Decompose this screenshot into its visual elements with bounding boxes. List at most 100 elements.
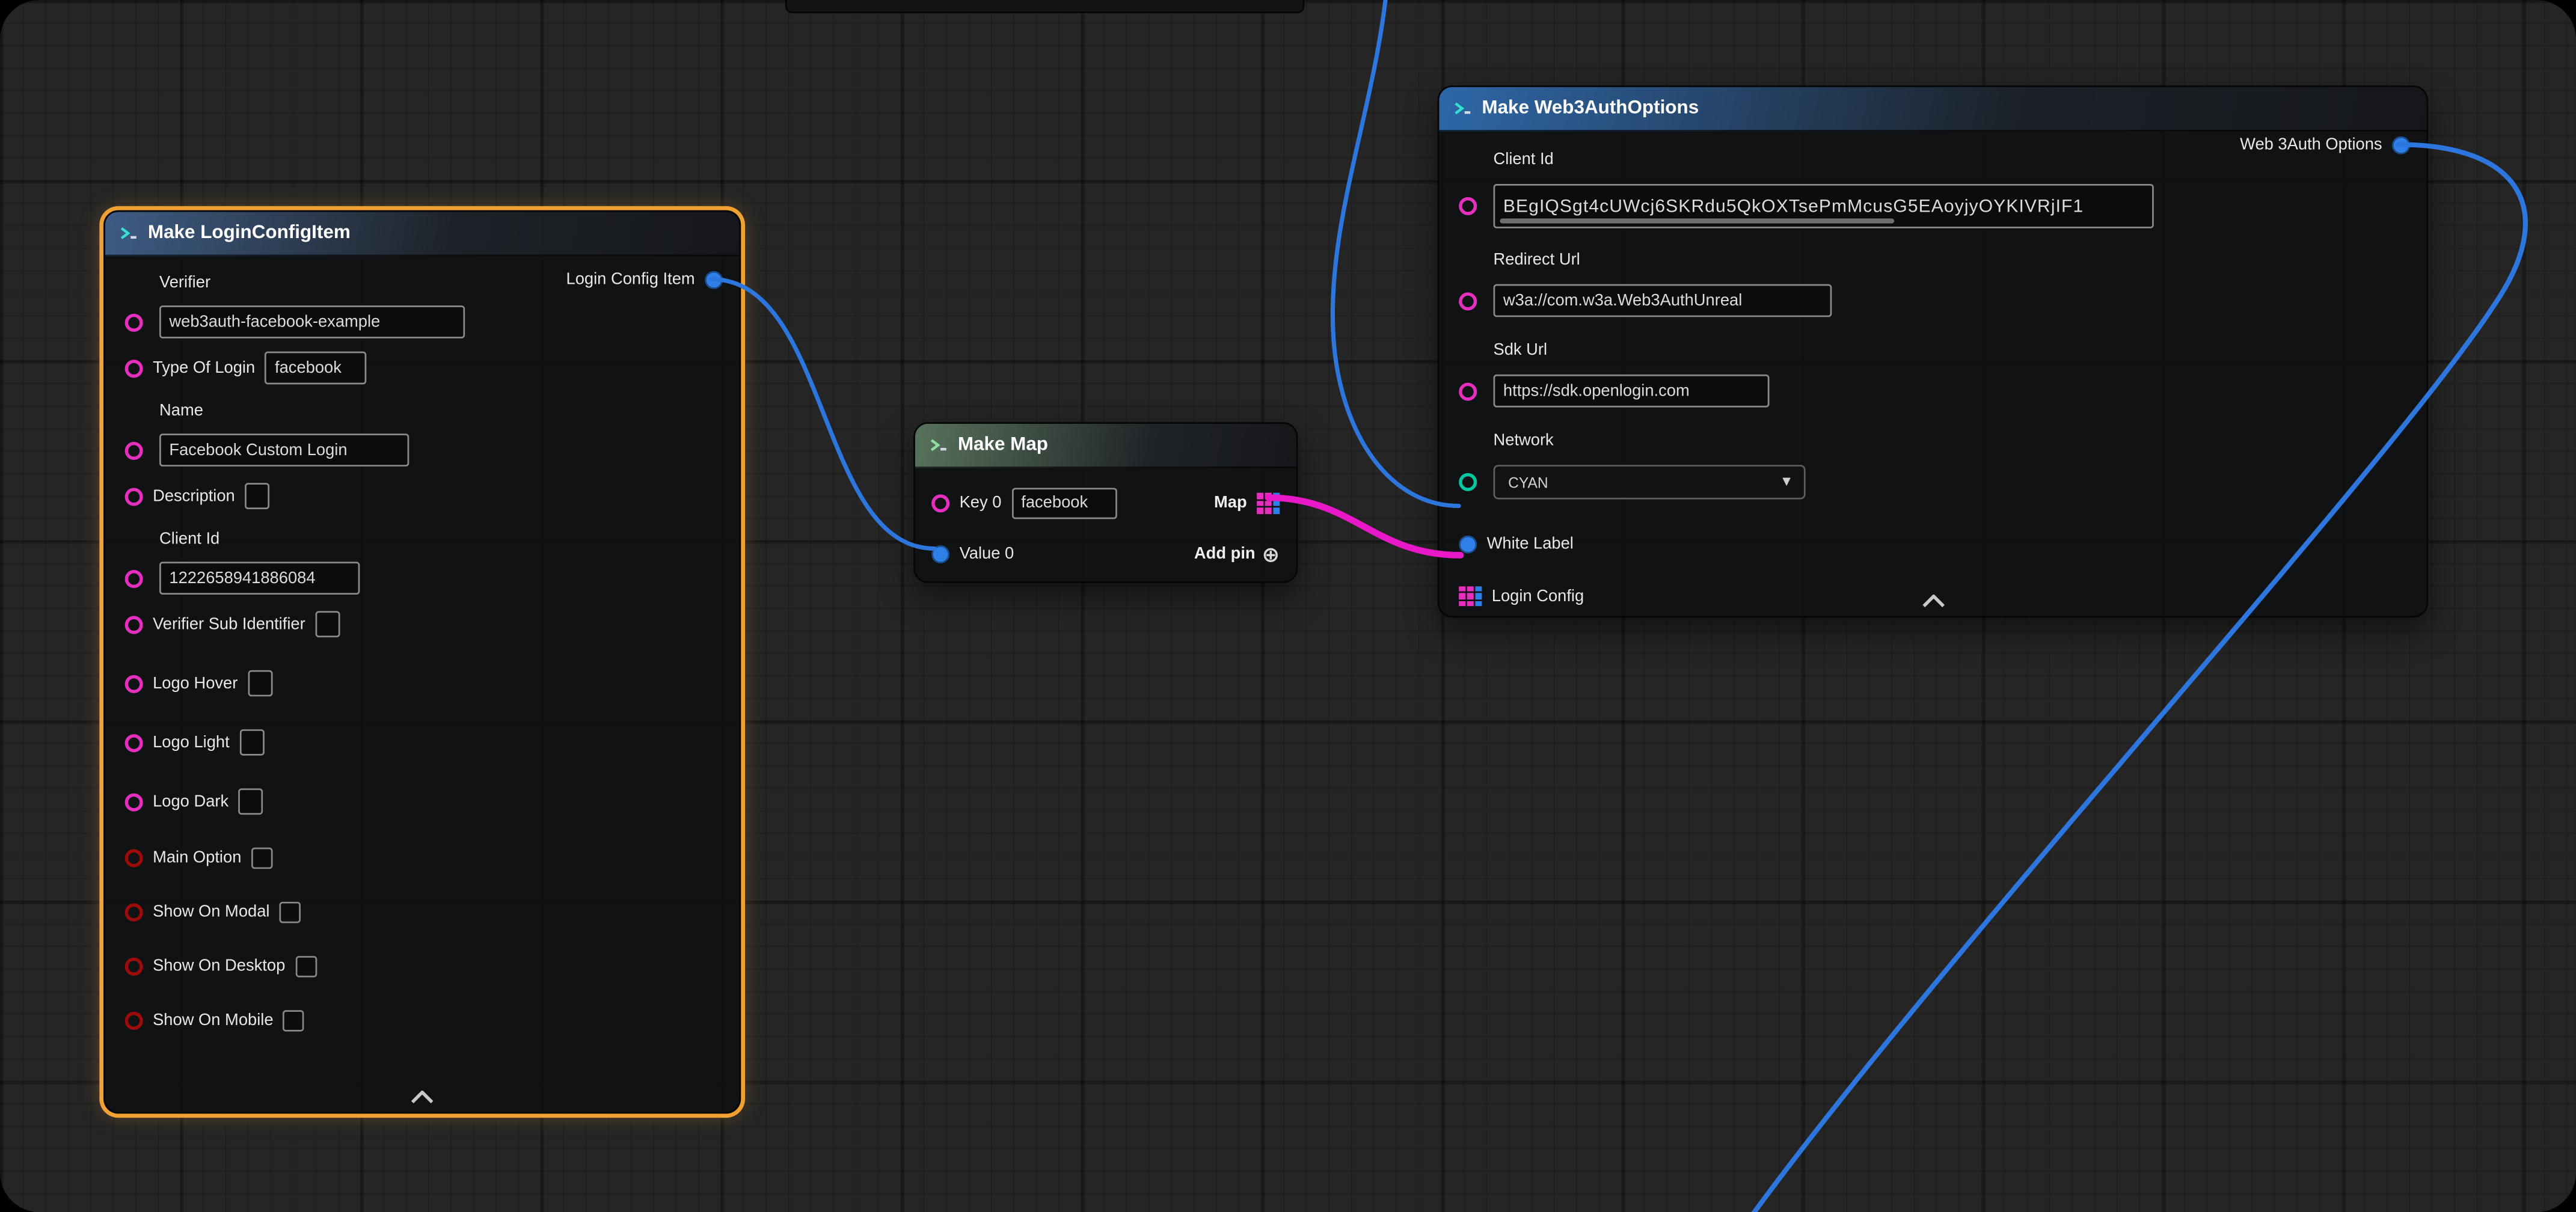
offscreen-node-edge[interactable]: [785, 0, 1304, 13]
pin-row-sdk-url: Sdk Url https://sdk.openlogin.com: [1459, 335, 2406, 425]
output-label-map: Map: [1214, 494, 1247, 512]
pin-verifier-sub-identifier[interactable]: [125, 615, 143, 633]
network-dropdown[interactable]: CYAN ▾: [1494, 465, 1806, 499]
redirect-url-input[interactable]: w3a://com.w3a.Web3AuthUnreal: [1494, 284, 1832, 317]
pin-show-on-desktop[interactable]: [125, 958, 143, 976]
main-option-checkbox[interactable]: [251, 848, 273, 869]
node-make-web3auth-options[interactable]: Make Web3AuthOptions Web 3Auth Options C…: [1438, 85, 2428, 617]
pin-sdk-url[interactable]: [1459, 382, 1477, 400]
pin-logo-hover[interactable]: [125, 675, 143, 693]
logo-dark-input[interactable]: [239, 788, 263, 815]
node-make-login-config-item[interactable]: Make LoginConfigItem Login Config Item V…: [103, 210, 741, 1114]
pin-main-option[interactable]: [125, 849, 143, 868]
logo-hover-input[interactable]: [248, 670, 272, 697]
node-header-make-map[interactable]: Make Map: [915, 424, 1296, 468]
pin-map-out[interactable]: [1257, 494, 1280, 513]
pin-row-name: Name Facebook Custom Login: [125, 397, 720, 467]
map-row-key0: Key 0 facebook Map: [931, 478, 1280, 529]
output-label: Web 3Auth Options: [2240, 136, 2382, 155]
pin-label-network: Network: [1494, 426, 2407, 455]
node-header-make-login-config-item[interactable]: Make LoginConfigItem: [105, 212, 740, 256]
pin-row-verifier-sub-identifier: Verifier Sub Identifier: [125, 595, 720, 653]
node-header-make-web3auth-options[interactable]: Make Web3AuthOptions: [1439, 87, 2426, 132]
show-on-modal-checkbox[interactable]: [280, 902, 301, 923]
web3-client-id-input[interactable]: BEgIQSgt4cUWcj6SKRdu5QkOXTsePmMcusG5EAoy…: [1494, 184, 2154, 228]
sdk-url-input[interactable]: https://sdk.openlogin.com: [1494, 375, 1770, 408]
pin-network[interactable]: [1459, 473, 1477, 491]
pin-name[interactable]: [125, 441, 143, 459]
output-label: Login Config Item: [566, 271, 695, 289]
pin-value-0[interactable]: [931, 545, 949, 563]
pin-label-white-label: White Label: [1487, 534, 1574, 552]
pin-row-description: Description: [125, 467, 720, 525]
pin-white-label[interactable]: [1459, 534, 1477, 552]
blueprint-graph-stage: Make LoginConfigItem Login Config Item V…: [0, 0, 2576, 1212]
verifier-input[interactable]: web3auth-facebook-example: [159, 305, 465, 338]
pin-label-description: Description: [153, 487, 235, 505]
pin-description[interactable]: [125, 487, 143, 505]
show-on-mobile-checkbox[interactable]: [283, 1010, 305, 1032]
client-id-scrollbar[interactable]: [1500, 218, 1894, 223]
pin-row-client-id: Client Id 1222658941886084: [125, 525, 720, 595]
pin-label-show-on-mobile: Show On Mobile: [153, 1012, 273, 1030]
pin-logo-light[interactable]: [125, 733, 143, 751]
add-pin-label: Add pin: [1194, 545, 1256, 563]
pin-key-0[interactable]: [931, 494, 949, 512]
add-pin-button[interactable]: Add pin ⊕: [1194, 543, 1280, 565]
node-make-map[interactable]: Make Map Key 0 facebook Map: [913, 422, 1298, 583]
pin-row-redirect-url: Redirect Url w3a://com.w3a.Web3AuthUnrea…: [1459, 245, 2406, 335]
pin-row-logo-dark: Logo Dark: [125, 772, 720, 831]
output-web3auth-options: Web 3Auth Options: [2240, 136, 2410, 155]
pin-label-show-on-desktop: Show On Desktop: [153, 958, 285, 976]
network-value: CYAN: [1508, 474, 1548, 490]
pin-row-show-on-mobile: Show On Mobile: [125, 994, 720, 1048]
collapse-chevron-icon[interactable]: [1916, 592, 1949, 611]
pin-login-config-item-out[interactable]: [705, 271, 723, 289]
pin-verifier[interactable]: [125, 313, 143, 331]
pin-label-verifier-sub-identifier: Verifier Sub Identifier: [153, 615, 305, 633]
pin-client-id[interactable]: [125, 569, 143, 587]
pin-row-logo-light: Logo Light: [125, 713, 720, 772]
node-title: Make Map: [958, 435, 1048, 455]
client-id-input[interactable]: 1222658941886084: [159, 562, 360, 595]
pin-label-value-0: Value 0: [960, 545, 1014, 563]
make-node-icon: [118, 224, 138, 243]
pin-type-of-login[interactable]: [125, 359, 143, 377]
pin-web3auth-options-out[interactable]: [2392, 136, 2410, 155]
web3-client-id-text: BEgIQSgt4cUWcj6SKRdu5QkOXTsePmMcusG5EAoy…: [1503, 196, 2084, 216]
pin-client-id[interactable]: [1459, 197, 1477, 215]
name-input[interactable]: Facebook Custom Login: [159, 433, 409, 467]
pin-row-network: Network CYAN ▾: [1459, 426, 2406, 518]
pin-label-client-id: Client Id: [159, 525, 720, 552]
collapse-chevron-icon[interactable]: [406, 1088, 439, 1107]
pin-row-type-of-login: Type Of Login facebook: [125, 338, 720, 397]
blueprint-graph-canvas[interactable]: Make LoginConfigItem Login Config Item V…: [0, 0, 2576, 1212]
pin-row-main-option: Main Option: [125, 831, 720, 885]
logo-light-input[interactable]: [239, 729, 264, 756]
pin-show-on-modal[interactable]: [125, 904, 143, 922]
add-pin-plus-icon: ⊕: [1262, 543, 1280, 565]
key-0-input[interactable]: facebook: [1011, 488, 1117, 519]
pin-label-logo-dark: Logo Dark: [153, 792, 228, 810]
pin-label-logo-hover: Logo Hover: [153, 675, 238, 693]
pin-label-main-option: Main Option: [153, 849, 241, 868]
type-of-login-input[interactable]: facebook: [265, 352, 367, 385]
pin-row-client-id: Client Id BEgIQSgt4cUWcj6SKRdu5QkOXTsePm…: [1459, 144, 2406, 245]
pin-label-type-of-login: Type Of Login: [153, 359, 255, 377]
map-row-value0: Value 0 Add pin ⊕: [931, 529, 1280, 580]
pin-redirect-url[interactable]: [1459, 292, 1477, 310]
chevron-down-icon: ▾: [1782, 473, 1791, 491]
pin-login-config[interactable]: [1459, 586, 1482, 606]
pin-logo-dark[interactable]: [125, 792, 143, 810]
make-map-icon: [928, 435, 948, 455]
pin-show-on-mobile[interactable]: [125, 1012, 143, 1030]
verifier-sub-identifier-input[interactable]: [315, 611, 340, 637]
make-node-icon: [1452, 99, 1472, 118]
pin-row-show-on-modal: Show On Modal: [125, 886, 720, 940]
show-on-desktop-checkbox[interactable]: [295, 956, 317, 978]
description-input[interactable]: [245, 483, 269, 509]
pin-label-key-0: Key 0: [960, 494, 1002, 512]
pin-row-white-label: White Label: [1459, 518, 2406, 570]
pin-label-redirect-url: Redirect Url: [1494, 245, 2407, 274]
node-title: Make LoginConfigItem: [148, 224, 351, 243]
